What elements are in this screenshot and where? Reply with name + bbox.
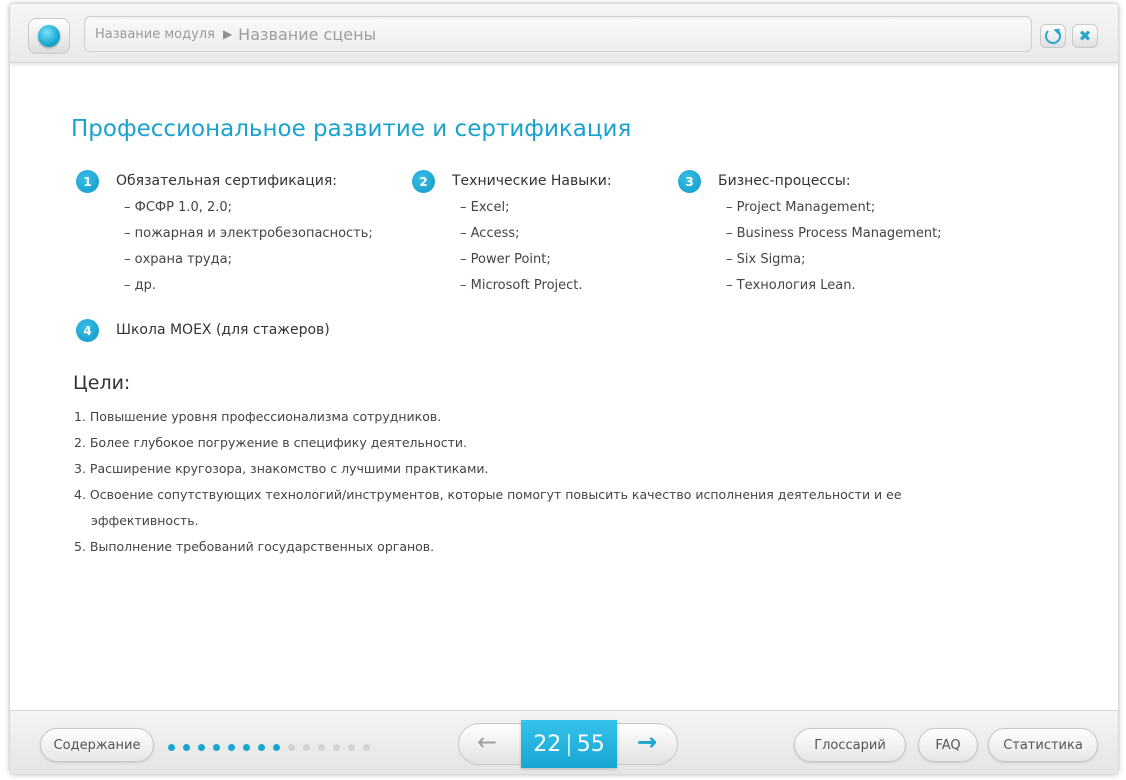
section-heading: Технические Навыки: xyxy=(452,173,612,189)
course-player-window: Название модуля ▶ Название сцены ✖ Профе… xyxy=(10,4,1118,774)
progress-dot-complete[interactable] xyxy=(183,744,190,751)
page-counter: 22 | 55 xyxy=(521,720,617,768)
section-heading: Обязательная сертификация: xyxy=(116,173,337,189)
goals-heading: Цели: xyxy=(73,372,131,394)
breadcrumb-arrow-icon: ▶ xyxy=(222,27,233,41)
current-page: 22 xyxy=(533,731,562,757)
page-separator: | xyxy=(565,731,573,757)
progress-dot-incomplete[interactable] xyxy=(318,744,325,751)
section-list: – Project Management; – Business Process… xyxy=(726,200,942,304)
progress-dot-incomplete[interactable] xyxy=(363,744,370,751)
progress-dots xyxy=(168,744,370,751)
list-item: – Access; xyxy=(460,226,520,241)
progress-dot-complete[interactable] xyxy=(213,744,220,751)
goals-list: 1. Повышение уровня профессионализма сот… xyxy=(74,404,1014,560)
list-item: – пожарная и электробезопасность; xyxy=(124,226,373,241)
table-of-contents-button[interactable]: Содержание xyxy=(40,728,154,762)
number-badge: 3 xyxy=(678,170,701,193)
goal-item: 1. Повышение уровня профессионализма сот… xyxy=(74,409,442,424)
total-pages: 55 xyxy=(576,731,605,757)
section-heading: Бизнес-процессы: xyxy=(718,173,851,189)
list-item: – Технология Lean. xyxy=(726,278,856,293)
progress-dot-complete[interactable] xyxy=(258,744,265,751)
section-heading: Школа MOEX (для стажеров) xyxy=(116,322,330,338)
prev-arrow-icon[interactable]: ← xyxy=(477,728,497,756)
number-badge: 2 xyxy=(412,170,435,193)
goal-item: 4. Освоение сопутствующих технологий/инс… xyxy=(74,487,902,502)
top-bar: Название модуля ▶ Название сцены ✖ xyxy=(10,4,1118,63)
section-list: – Excel; – Access; – Power Point; – Micr… xyxy=(460,200,583,304)
progress-dot-incomplete[interactable] xyxy=(288,744,295,751)
list-item: – Six Sigma; xyxy=(726,252,806,267)
list-item: – Microsoft Project. xyxy=(460,278,583,293)
list-item: – Power Point; xyxy=(460,252,551,267)
section-list: – ФСФР 1.0, 2.0; – пожарная и электробез… xyxy=(124,200,373,304)
list-item: – ФСФР 1.0, 2.0; xyxy=(124,200,233,215)
progress-dot-complete[interactable] xyxy=(228,744,235,751)
list-item: – Project Management; xyxy=(726,200,876,215)
breadcrumb: Название модуля ▶ Название сцены xyxy=(84,16,1032,52)
list-item: – Business Process Management; xyxy=(726,226,942,241)
progress-dot-complete[interactable] xyxy=(198,744,205,751)
goal-item-continuation: эффективность. xyxy=(91,513,199,528)
goal-item: 3. Расширение кругозора, знакомство с лу… xyxy=(74,461,489,476)
menu-button[interactable] xyxy=(28,18,70,54)
list-item: – др. xyxy=(124,278,157,293)
progress-dot-incomplete[interactable] xyxy=(333,744,340,751)
breadcrumb-scene: Название сцены xyxy=(238,24,377,44)
page-title: Профессиональное развитие и сертификация xyxy=(71,116,632,142)
breadcrumb-module[interactable]: Название модуля xyxy=(95,27,215,42)
progress-dot-complete[interactable] xyxy=(243,744,250,751)
pager: ← 22 | 55 → xyxy=(458,720,678,768)
statistics-button[interactable]: Статистика xyxy=(988,728,1098,762)
goal-item: 2. Более глубокое погружение в специфику… xyxy=(74,435,467,450)
next-arrow-icon[interactable]: → xyxy=(637,728,657,756)
progress-dot-incomplete[interactable] xyxy=(303,744,310,751)
list-item: – охрана труда; xyxy=(124,252,232,267)
close-icon: ✖ xyxy=(1078,26,1092,45)
refresh-button[interactable] xyxy=(1040,24,1066,48)
progress-dot-incomplete[interactable] xyxy=(348,744,355,751)
logo-icon xyxy=(38,25,60,47)
refresh-icon xyxy=(1045,28,1061,44)
progress-dot-complete[interactable] xyxy=(273,744,280,751)
close-button[interactable]: ✖ xyxy=(1072,24,1098,48)
glossary-button[interactable]: Глоссарий xyxy=(794,728,906,762)
number-badge: 1 xyxy=(76,170,99,193)
faq-button[interactable]: FAQ xyxy=(918,728,978,762)
number-badge: 4 xyxy=(76,319,99,342)
goal-item: 5. Выполнение требований государственных… xyxy=(74,539,435,554)
bottom-bar: Содержание ← 22 | 55 → Глоссарий FAQ Ста… xyxy=(10,710,1118,774)
progress-dot-complete[interactable] xyxy=(168,744,175,751)
list-item: – Excel; xyxy=(460,200,510,215)
